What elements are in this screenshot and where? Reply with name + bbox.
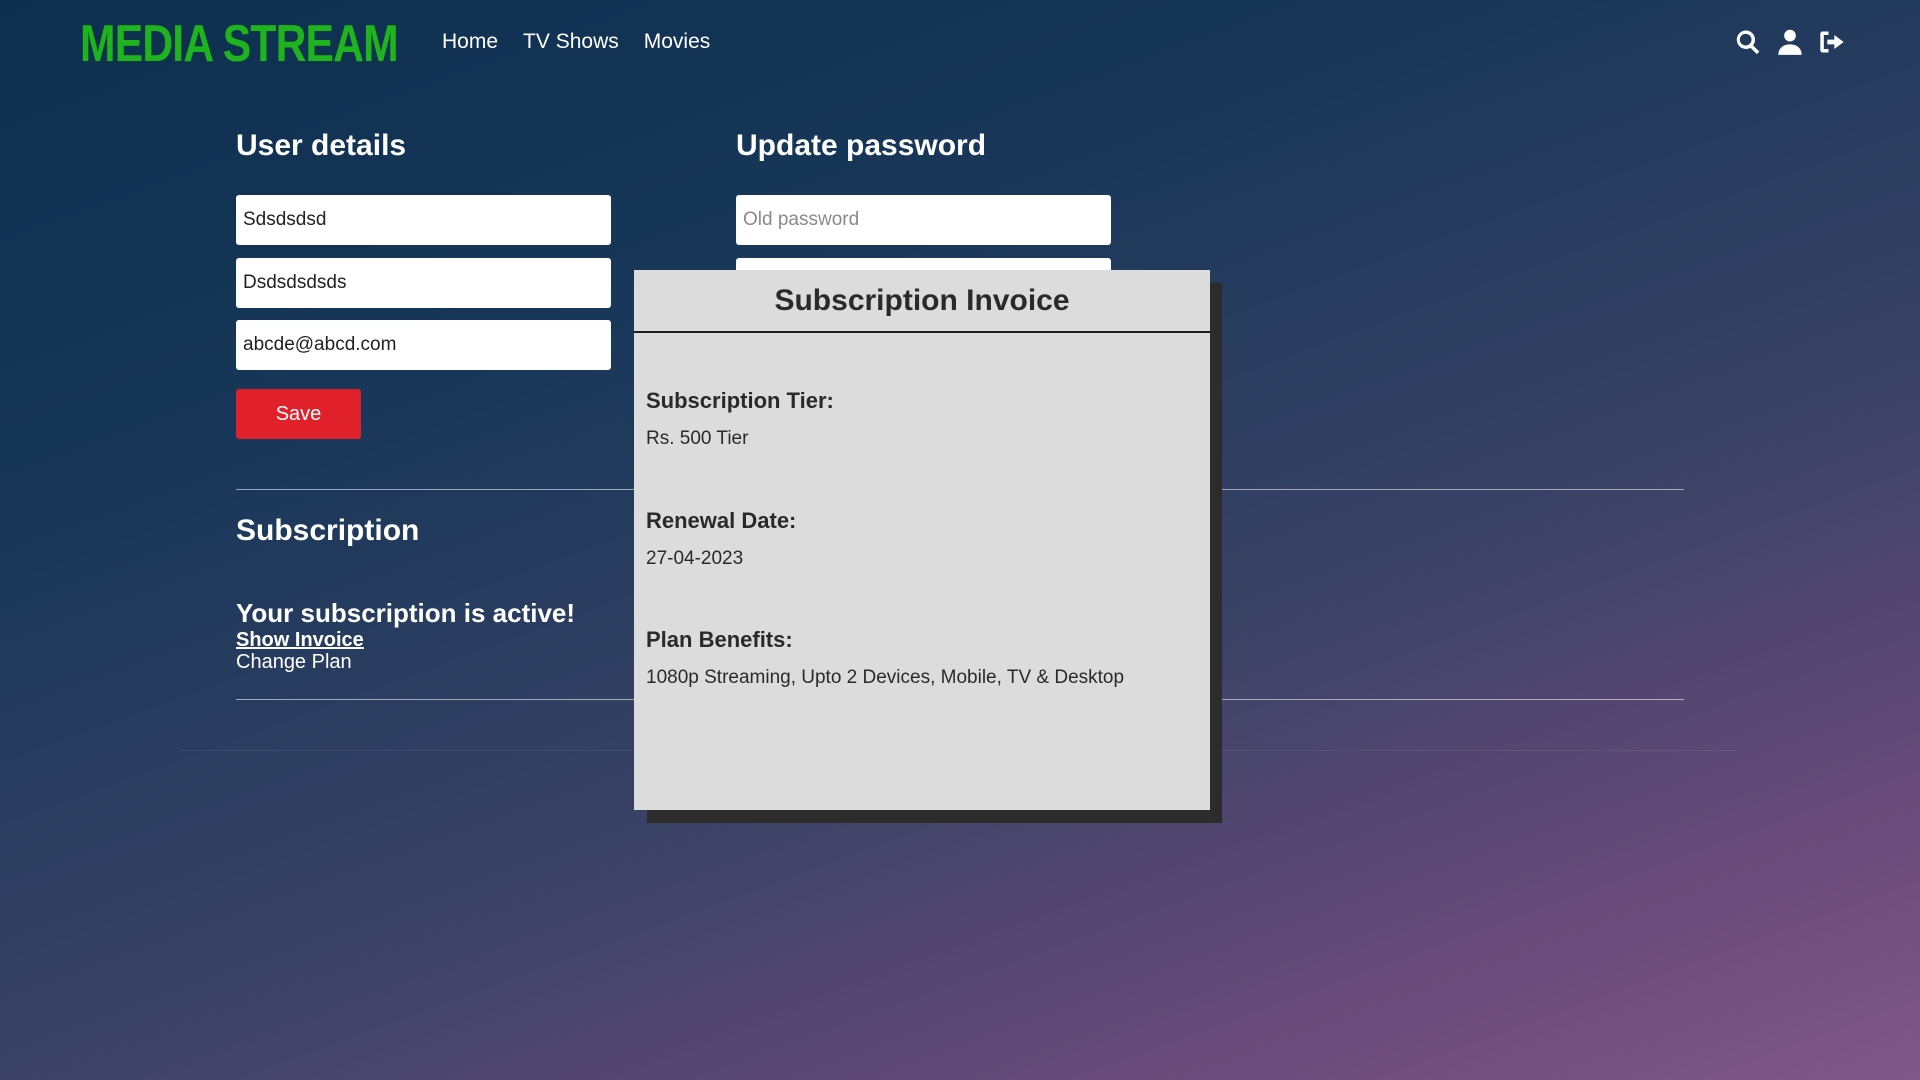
logo[interactable]: MEDIA STREAM [80, 14, 399, 74]
last-name-field[interactable] [236, 258, 611, 308]
user-details-title: User details [236, 129, 407, 162]
first-name-field[interactable] [236, 195, 611, 245]
main-nav: Home TV Shows Movies [442, 30, 710, 54]
modal-title: Subscription Invoice [634, 270, 1210, 333]
subscription-status: Your subscription is active! [236, 598, 576, 628]
benefits-value: 1080p Streaming, Upto 2 Devices, Mobile,… [646, 667, 1125, 688]
search-icon[interactable] [1734, 28, 1762, 56]
logout-icon[interactable] [1818, 28, 1846, 56]
header-icons [1734, 28, 1846, 56]
tier-value: Rs. 500 Tier [646, 428, 749, 449]
invoice-modal: Subscription Invoice Subscription Tier: … [634, 270, 1210, 810]
old-password-field[interactable] [736, 195, 1111, 245]
subscription-title: Subscription [236, 514, 420, 547]
update-password-title: Update password [736, 129, 987, 162]
user-icon[interactable] [1776, 28, 1804, 56]
save-button[interactable]: Save [236, 389, 361, 439]
nav-home[interactable]: Home [442, 30, 498, 54]
show-invoice-link[interactable]: Show Invoice [236, 629, 364, 652]
nav-movies[interactable]: Movies [644, 30, 711, 54]
renewal-value: 27-04-2023 [646, 548, 744, 569]
renewal-label: Renewal Date: [646, 508, 797, 533]
nav-tv-shows[interactable]: TV Shows [523, 30, 619, 54]
email-field[interactable] [236, 320, 611, 370]
tier-label: Subscription Tier: [646, 388, 834, 413]
change-plan-link[interactable]: Change Plan [236, 651, 352, 674]
benefits-label: Plan Benefits: [646, 627, 793, 652]
